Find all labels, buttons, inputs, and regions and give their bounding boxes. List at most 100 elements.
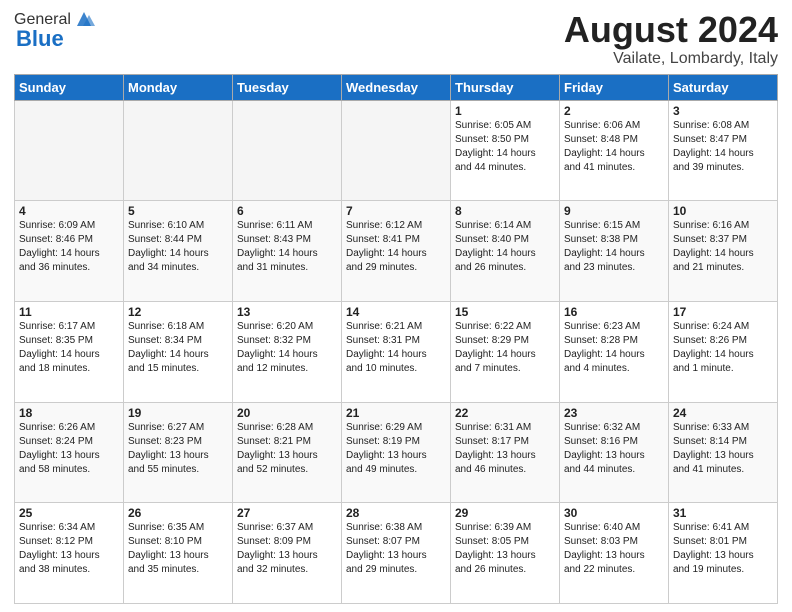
calendar-cell: 27Sunrise: 6:37 AMSunset: 8:09 PMDayligh…: [233, 503, 342, 604]
logo-blue-text: Blue: [16, 26, 64, 52]
calendar-cell: 28Sunrise: 6:38 AMSunset: 8:07 PMDayligh…: [342, 503, 451, 604]
calendar-cell: 21Sunrise: 6:29 AMSunset: 8:19 PMDayligh…: [342, 402, 451, 503]
day-info: Sunrise: 6:38 AMSunset: 8:07 PMDaylight:…: [346, 521, 446, 577]
day-info: Sunrise: 6:23 AMSunset: 8:28 PMDaylight:…: [564, 320, 664, 376]
day-info: Sunrise: 6:26 AMSunset: 8:24 PMDaylight:…: [19, 421, 119, 477]
day-number: 11: [19, 305, 119, 319]
day-info: Sunrise: 6:11 AMSunset: 8:43 PMDaylight:…: [237, 219, 337, 275]
calendar-cell: [233, 100, 342, 201]
day-info: Sunrise: 6:33 AMSunset: 8:14 PMDaylight:…: [673, 421, 773, 477]
day-info: Sunrise: 6:34 AMSunset: 8:12 PMDaylight:…: [19, 521, 119, 577]
calendar-cell: 31Sunrise: 6:41 AMSunset: 8:01 PMDayligh…: [669, 503, 778, 604]
day-info: Sunrise: 6:20 AMSunset: 8:32 PMDaylight:…: [237, 320, 337, 376]
day-number: 2: [564, 104, 664, 118]
calendar-cell: 2Sunrise: 6:06 AMSunset: 8:48 PMDaylight…: [560, 100, 669, 201]
header: General Blue August 2024 Vailate, Lombar…: [14, 10, 778, 68]
calendar-cell: 17Sunrise: 6:24 AMSunset: 8:26 PMDayligh…: [669, 301, 778, 402]
calendar-cell: [15, 100, 124, 201]
day-number: 19: [128, 406, 228, 420]
calendar-cell: 15Sunrise: 6:22 AMSunset: 8:29 PMDayligh…: [451, 301, 560, 402]
day-info: Sunrise: 6:29 AMSunset: 8:19 PMDaylight:…: [346, 421, 446, 477]
day-number: 14: [346, 305, 446, 319]
day-info: Sunrise: 6:06 AMSunset: 8:48 PMDaylight:…: [564, 119, 664, 175]
calendar-cell: 7Sunrise: 6:12 AMSunset: 8:41 PMDaylight…: [342, 201, 451, 302]
calendar-cell: 10Sunrise: 6:16 AMSunset: 8:37 PMDayligh…: [669, 201, 778, 302]
calendar-cell: 3Sunrise: 6:08 AMSunset: 8:47 PMDaylight…: [669, 100, 778, 201]
day-info: Sunrise: 6:27 AMSunset: 8:23 PMDaylight:…: [128, 421, 228, 477]
calendar-week-row: 11Sunrise: 6:17 AMSunset: 8:35 PMDayligh…: [15, 301, 778, 402]
day-number: 17: [673, 305, 773, 319]
page: General Blue August 2024 Vailate, Lombar…: [0, 0, 792, 612]
day-info: Sunrise: 6:41 AMSunset: 8:01 PMDaylight:…: [673, 521, 773, 577]
day-number: 12: [128, 305, 228, 319]
calendar-cell: 5Sunrise: 6:10 AMSunset: 8:44 PMDaylight…: [124, 201, 233, 302]
month-year: August 2024: [564, 10, 778, 50]
calendar-cell: 19Sunrise: 6:27 AMSunset: 8:23 PMDayligh…: [124, 402, 233, 503]
location: Vailate, Lombardy, Italy: [564, 50, 778, 68]
calendar-week-row: 25Sunrise: 6:34 AMSunset: 8:12 PMDayligh…: [15, 503, 778, 604]
day-info: Sunrise: 6:17 AMSunset: 8:35 PMDaylight:…: [19, 320, 119, 376]
calendar-week-row: 1Sunrise: 6:05 AMSunset: 8:50 PMDaylight…: [15, 100, 778, 201]
calendar-cell: 9Sunrise: 6:15 AMSunset: 8:38 PMDaylight…: [560, 201, 669, 302]
col-thursday: Thursday: [451, 74, 560, 100]
title-block: August 2024 Vailate, Lombardy, Italy: [564, 10, 778, 68]
day-number: 1: [455, 104, 555, 118]
day-info: Sunrise: 6:31 AMSunset: 8:17 PMDaylight:…: [455, 421, 555, 477]
day-info: Sunrise: 6:37 AMSunset: 8:09 PMDaylight:…: [237, 521, 337, 577]
calendar-cell: 13Sunrise: 6:20 AMSunset: 8:32 PMDayligh…: [233, 301, 342, 402]
day-info: Sunrise: 6:05 AMSunset: 8:50 PMDaylight:…: [455, 119, 555, 175]
calendar-cell: 1Sunrise: 6:05 AMSunset: 8:50 PMDaylight…: [451, 100, 560, 201]
calendar-cell: 29Sunrise: 6:39 AMSunset: 8:05 PMDayligh…: [451, 503, 560, 604]
calendar-cell: 22Sunrise: 6:31 AMSunset: 8:17 PMDayligh…: [451, 402, 560, 503]
day-number: 31: [673, 506, 773, 520]
calendar-cell: 30Sunrise: 6:40 AMSunset: 8:03 PMDayligh…: [560, 503, 669, 604]
calendar-cell: 25Sunrise: 6:34 AMSunset: 8:12 PMDayligh…: [15, 503, 124, 604]
logo-icon: [73, 8, 95, 30]
day-info: Sunrise: 6:16 AMSunset: 8:37 PMDaylight:…: [673, 219, 773, 275]
day-info: Sunrise: 6:09 AMSunset: 8:46 PMDaylight:…: [19, 219, 119, 275]
day-info: Sunrise: 6:24 AMSunset: 8:26 PMDaylight:…: [673, 320, 773, 376]
day-number: 9: [564, 204, 664, 218]
day-number: 8: [455, 204, 555, 218]
day-info: Sunrise: 6:40 AMSunset: 8:03 PMDaylight:…: [564, 521, 664, 577]
day-number: 7: [346, 204, 446, 218]
day-info: Sunrise: 6:12 AMSunset: 8:41 PMDaylight:…: [346, 219, 446, 275]
calendar-cell: 4Sunrise: 6:09 AMSunset: 8:46 PMDaylight…: [15, 201, 124, 302]
calendar-cell: 16Sunrise: 6:23 AMSunset: 8:28 PMDayligh…: [560, 301, 669, 402]
day-number: 20: [237, 406, 337, 420]
calendar-cell: 23Sunrise: 6:32 AMSunset: 8:16 PMDayligh…: [560, 402, 669, 503]
day-info: Sunrise: 6:18 AMSunset: 8:34 PMDaylight:…: [128, 320, 228, 376]
day-info: Sunrise: 6:08 AMSunset: 8:47 PMDaylight:…: [673, 119, 773, 175]
day-number: 24: [673, 406, 773, 420]
day-info: Sunrise: 6:15 AMSunset: 8:38 PMDaylight:…: [564, 219, 664, 275]
day-number: 6: [237, 204, 337, 218]
day-number: 4: [19, 204, 119, 218]
day-number: 22: [455, 406, 555, 420]
calendar-cell: 18Sunrise: 6:26 AMSunset: 8:24 PMDayligh…: [15, 402, 124, 503]
calendar-header-row: Sunday Monday Tuesday Wednesday Thursday…: [15, 74, 778, 100]
calendar-cell: [124, 100, 233, 201]
calendar-cell: 12Sunrise: 6:18 AMSunset: 8:34 PMDayligh…: [124, 301, 233, 402]
day-number: 26: [128, 506, 228, 520]
calendar-week-row: 4Sunrise: 6:09 AMSunset: 8:46 PMDaylight…: [15, 201, 778, 302]
calendar-cell: 26Sunrise: 6:35 AMSunset: 8:10 PMDayligh…: [124, 503, 233, 604]
day-number: 10: [673, 204, 773, 218]
day-number: 15: [455, 305, 555, 319]
day-number: 29: [455, 506, 555, 520]
day-number: 27: [237, 506, 337, 520]
col-tuesday: Tuesday: [233, 74, 342, 100]
col-sunday: Sunday: [15, 74, 124, 100]
calendar-cell: 6Sunrise: 6:11 AMSunset: 8:43 PMDaylight…: [233, 201, 342, 302]
day-info: Sunrise: 6:35 AMSunset: 8:10 PMDaylight:…: [128, 521, 228, 577]
col-saturday: Saturday: [669, 74, 778, 100]
day-number: 3: [673, 104, 773, 118]
col-friday: Friday: [560, 74, 669, 100]
calendar-cell: 11Sunrise: 6:17 AMSunset: 8:35 PMDayligh…: [15, 301, 124, 402]
calendar-week-row: 18Sunrise: 6:26 AMSunset: 8:24 PMDayligh…: [15, 402, 778, 503]
col-wednesday: Wednesday: [342, 74, 451, 100]
day-info: Sunrise: 6:22 AMSunset: 8:29 PMDaylight:…: [455, 320, 555, 376]
day-number: 25: [19, 506, 119, 520]
day-number: 21: [346, 406, 446, 420]
col-monday: Monday: [124, 74, 233, 100]
calendar-table: Sunday Monday Tuesday Wednesday Thursday…: [14, 74, 778, 604]
